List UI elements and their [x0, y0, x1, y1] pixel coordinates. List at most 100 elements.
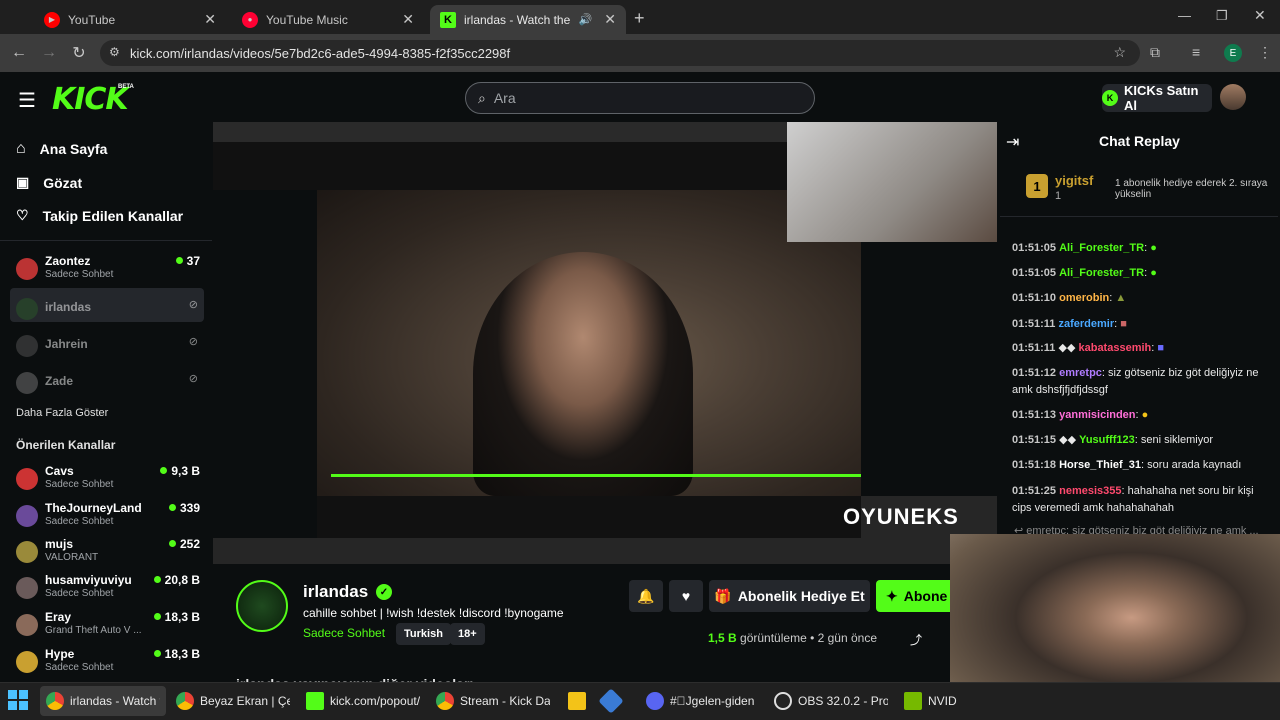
chat-message: 01:51:05 Ali_Forester_TR: ●	[1012, 242, 1157, 254]
taskbar-chrome-beyaz[interactable]: Beyaz Ekran | Çevrir	[170, 686, 296, 716]
gift-rank-badge-icon: 1	[1026, 174, 1048, 198]
windows-start-icon[interactable]	[8, 690, 28, 710]
collapse-chat-icon[interactable]: ⇥	[1006, 132, 1019, 152]
chat-username[interactable]: Ali_Forester_TR	[1059, 242, 1144, 254]
taskbar-kick-popout[interactable]: kick.com/popout/e	[300, 686, 426, 716]
close-window-button[interactable]: ✕	[1254, 7, 1266, 24]
taskbar-explorer[interactable]	[562, 686, 588, 716]
buy-kicks-button[interactable]: K KICKs Satın Al	[1102, 83, 1212, 113]
share-icon[interactable]: ⤴	[910, 631, 922, 648]
stream-category[interactable]: Sadece Sohbet	[303, 626, 385, 640]
viewer-count: 252	[169, 537, 200, 551]
menu-dots-icon[interactable]: ⋮	[1258, 44, 1272, 61]
chat-username[interactable]: kabatassemih	[1078, 342, 1151, 354]
extensions-icon[interactable]: ⧉	[1150, 44, 1160, 61]
chat-username[interactable]: Horse_Thief_31	[1059, 459, 1141, 471]
new-tab-button[interactable]: +	[634, 8, 645, 29]
chat-time: 01:51:11	[1012, 342, 1056, 354]
video-player[interactable]: OYUNEKS	[213, 122, 999, 564]
emote-icon: ■	[1157, 342, 1165, 354]
sidebar-channel-mujs[interactable]: mujs VALORANT 252	[16, 537, 206, 573]
taskbar-app[interactable]	[596, 686, 624, 716]
chat-username[interactable]: yanmisicinden	[1059, 409, 1135, 421]
obs-icon	[774, 692, 792, 710]
tab-title: YouTube	[68, 12, 116, 27]
reload-icon[interactable]: ↻	[64, 43, 94, 63]
app-icon	[598, 688, 624, 714]
nav-following[interactable]: ♡ Takip Edilen Kanallar	[16, 207, 183, 224]
sidebar-channel-thejourneyland[interactable]: TheJourneyLand Sadece Sohbet 339	[16, 501, 206, 537]
avatar	[16, 577, 38, 599]
media-control-icon[interactable]: ≡	[1192, 44, 1200, 60]
taskbar-discord[interactable]: # Jgelen-giden	[640, 686, 766, 716]
gift-sub-button[interactable]: 🎁 Abonelik Hediye Et	[709, 580, 870, 612]
taskbar-chrome-kick[interactable]: irlandas - Watch th	[40, 686, 166, 716]
sidebar-channel-zaontez[interactable]: Zaontez Sadece Sohbet 37	[16, 254, 206, 290]
video-embedded-channel-bar	[317, 496, 861, 538]
channel-avatar[interactable]	[236, 580, 288, 632]
notification-bell-button[interactable]: 🔔	[629, 580, 663, 612]
user-avatar[interactable]	[1220, 84, 1246, 110]
taskbar-chrome-dashboard[interactable]: Stream - Kick Dashl	[430, 686, 556, 716]
bookmark-star-icon[interactable]: ☆	[1113, 44, 1126, 61]
chat-message: 01:51:05 Ali_Forester_TR: ●	[1012, 267, 1157, 279]
back-icon[interactable]: ←	[4, 44, 34, 62]
speaker-icon[interactable]: 🔊	[579, 13, 593, 26]
tab-youtube[interactable]: ▶ YouTube ✕	[34, 5, 226, 34]
sidebar-channel-eray[interactable]: Eray Grand Theft Auto V ... 18,3 B	[16, 610, 206, 646]
tab-kick-vod[interactable]: K irlandas - Watch the VOD o 🔊 ✕	[430, 5, 626, 34]
sidebar-channel-cavs[interactable]: Cavs Sadece Sohbet 9,3 B	[16, 464, 206, 500]
subscribe-button[interactable]: ✦ Abone	[876, 580, 950, 612]
close-tab-icon[interactable]: ✕	[402, 11, 414, 28]
tag-18plus[interactable]: 18+	[450, 623, 485, 645]
chat-title: Chat Replay	[1099, 133, 1180, 149]
close-tab-icon[interactable]: ✕	[604, 11, 616, 28]
channel-name: irlandas	[45, 300, 92, 314]
forward-icon[interactable]: →	[34, 44, 64, 62]
nav-browse[interactable]: ▣ Gözat	[16, 174, 82, 191]
follow-button[interactable]: ♥	[669, 580, 703, 612]
nav-home[interactable]: ⌂ Ana Sayfa	[16, 140, 107, 158]
sidebar-channel-zade[interactable]: Zade ⊘	[16, 368, 206, 404]
tab-youtube-music[interactable]: ● YouTube Music ✕	[232, 5, 424, 34]
bell-icon: 🔔	[637, 587, 655, 604]
video-progress-bar[interactable]	[331, 474, 861, 477]
pinned-user[interactable]: yigitsf	[1055, 173, 1093, 188]
sidebar-channel-husamviyuviyu[interactable]: husamviyuviyu Sadece Sohbet 20,8 B	[16, 573, 206, 609]
tag-turkish[interactable]: Turkish	[396, 623, 451, 645]
taskbar-obs[interactable]: OBS 32.0.2 - Profil:	[768, 686, 894, 716]
minimize-button[interactable]: —	[1178, 8, 1191, 23]
search-input[interactable]: ⌕ Ara	[465, 82, 815, 114]
sidebar-channel-irlandas[interactable]: irlandas ⊘	[16, 294, 206, 330]
chat-message: 01:51:12 emretpc: siz götseniz biz göt d…	[1012, 367, 1259, 396]
channel-name: Cavs	[45, 464, 74, 478]
chat-username[interactable]: Ali_Forester_TR	[1059, 267, 1144, 279]
channel-name: Eray	[45, 610, 72, 624]
recommended-title: Önerilen Kanallar	[16, 438, 116, 452]
close-tab-icon[interactable]: ✕	[204, 11, 216, 28]
chat-username[interactable]: zaferdemir	[1059, 318, 1115, 330]
kick-logo[interactable]: KICK	[52, 82, 129, 117]
avatar	[16, 651, 38, 673]
address-bar[interactable]: ⚙ kick.com/irlandas/videos/5e7bd2c6-ade5…	[100, 40, 1140, 66]
chat-username[interactable]: nemesis355	[1059, 485, 1121, 497]
view-stats: 1,5 B görüntüleme • 2 gün önce	[708, 631, 878, 645]
taskbar-nvidia[interactable]: NVID	[898, 686, 957, 716]
search-placeholder: Ara	[493, 90, 516, 106]
emote-icon: ■	[1120, 318, 1127, 330]
chat-time: 01:51:18	[1012, 459, 1057, 471]
show-more-link[interactable]: Daha Fazla Göster	[16, 407, 108, 419]
sidebar-channel-hype[interactable]: Hype Sadece Sohbet 18,3 B	[16, 647, 206, 683]
chat-username[interactable]: Yusufff123	[1079, 434, 1135, 446]
chat-message: 01:51:11 ◆◆ kabatassemih: ■	[1012, 342, 1165, 354]
hamburger-menu-icon[interactable]: ☰	[18, 88, 36, 113]
chat-username[interactable]: emretpc	[1059, 367, 1102, 379]
maximize-button[interactable]: ❐	[1216, 8, 1228, 24]
sidebar-channel-jahrein[interactable]: Jahrein ⊘	[16, 331, 206, 367]
video-facecam	[787, 122, 999, 242]
channel-name[interactable]: irlandas	[303, 582, 368, 602]
chat-username[interactable]: omerobin	[1059, 292, 1109, 304]
site-info-icon[interactable]: ⚙	[109, 45, 120, 59]
view-count: 1,5 B	[708, 631, 737, 645]
profile-icon[interactable]: E	[1224, 44, 1242, 62]
